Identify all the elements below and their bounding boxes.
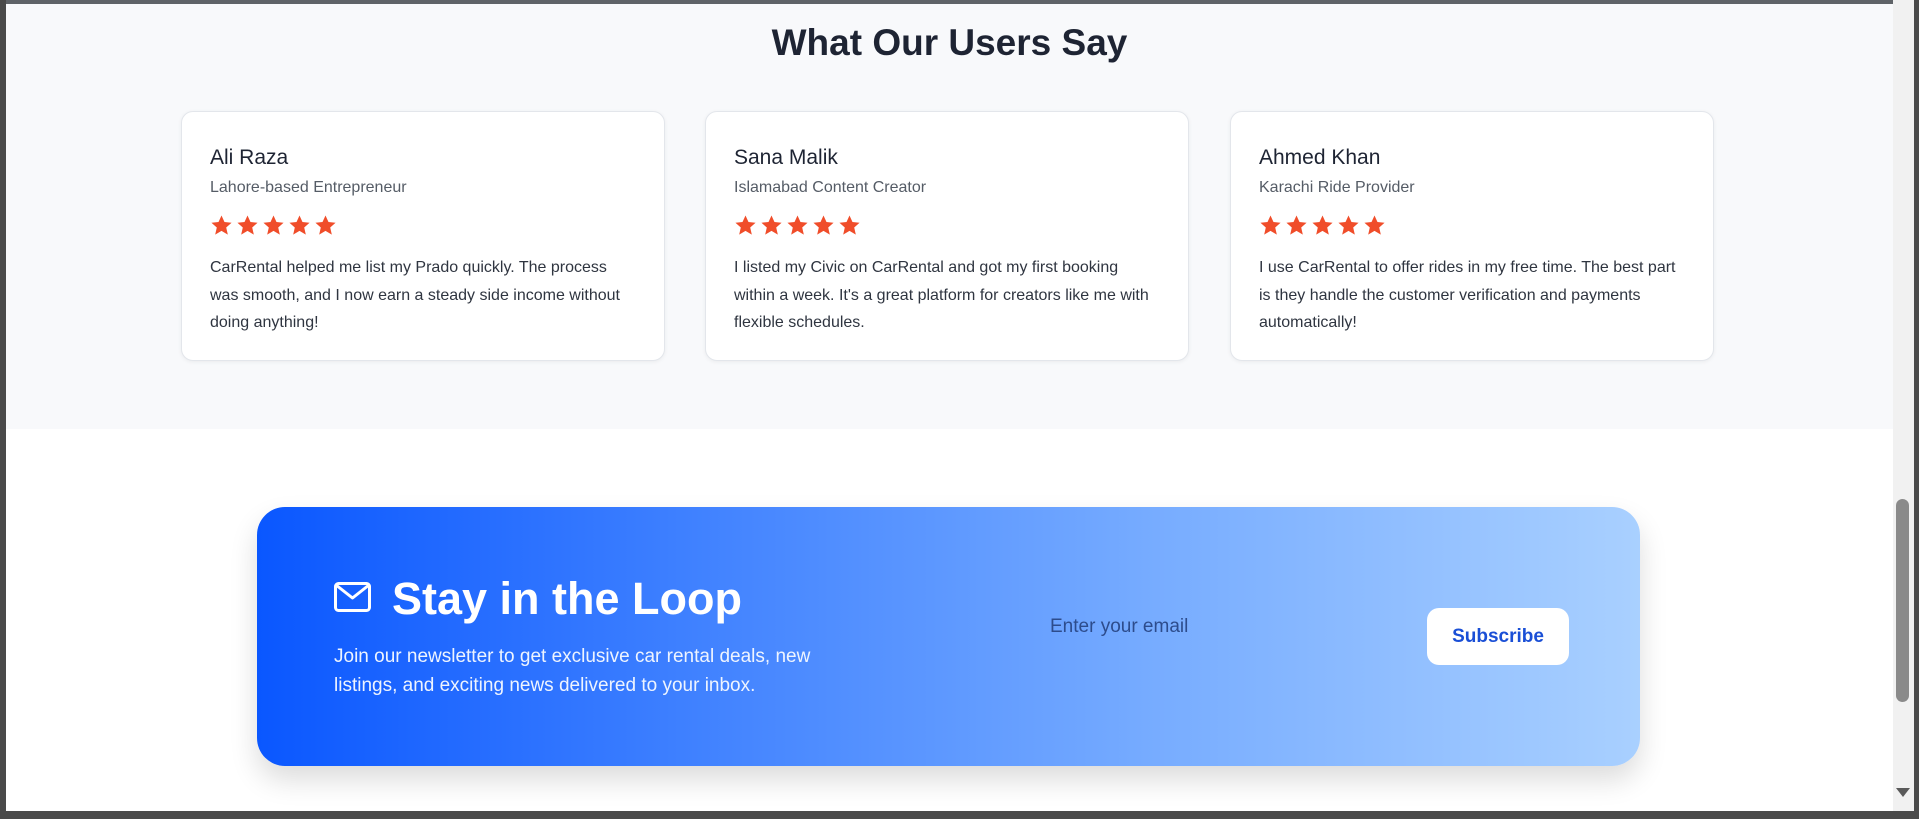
star-icon bbox=[787, 215, 808, 235]
star-icon bbox=[263, 215, 284, 235]
newsletter-banner: Stay in the Loop Join our newsletter to … bbox=[257, 507, 1640, 766]
star-icon bbox=[1364, 215, 1385, 235]
star-icon bbox=[211, 215, 232, 235]
testimonial-name: Sana Malik bbox=[734, 146, 838, 169]
star-rating bbox=[734, 214, 1160, 242]
star-rating bbox=[210, 214, 636, 242]
section-title: What Our Users Say bbox=[771, 22, 1128, 63]
star-rating bbox=[1259, 214, 1685, 242]
newsletter-description: Join our newsletter to get exclusive car… bbox=[334, 646, 811, 696]
star-icon bbox=[839, 215, 860, 235]
star-icon bbox=[237, 215, 258, 235]
mail-icon bbox=[334, 582, 371, 612]
newsletter-title: Stay in the Loop bbox=[392, 573, 743, 624]
star-icon bbox=[1286, 215, 1307, 235]
star-icon bbox=[1338, 215, 1359, 235]
testimonial-role: Lahore-based Entrepreneur bbox=[210, 179, 407, 196]
star-icon bbox=[1260, 215, 1281, 235]
testimonials-section: What Our Users Say Ali Raza Lahore-based… bbox=[6, 4, 1893, 429]
testimonial-card: Ali Raza Lahore-based Entrepreneur CarRe… bbox=[181, 111, 665, 361]
testimonial-card: Sana Malik Islamabad Content Creator I l… bbox=[705, 111, 1189, 361]
scrollbar-thumb[interactable] bbox=[1896, 499, 1909, 702]
testimonial-card: Ahmed Khan Karachi Ride Provider I use C… bbox=[1230, 111, 1714, 361]
testimonial-name: Ali Raza bbox=[210, 146, 289, 169]
star-icon bbox=[1312, 215, 1333, 235]
testimonial-text: CarRental helped me list my Prado quickl… bbox=[210, 259, 620, 331]
page-viewport: What Our Users Say Ali Raza Lahore-based… bbox=[6, 0, 1893, 811]
testimonial-role: Islamabad Content Creator bbox=[734, 179, 927, 196]
email-input[interactable] bbox=[1040, 605, 1400, 649]
testimonial-name: Ahmed Khan bbox=[1259, 146, 1381, 169]
testimonial-role: Karachi Ride Provider bbox=[1259, 179, 1415, 196]
scroll-down-arrow-icon[interactable] bbox=[1896, 788, 1910, 797]
testimonial-text: I listed my Civic on CarRental and got m… bbox=[734, 259, 1149, 331]
star-icon bbox=[735, 215, 756, 235]
star-icon bbox=[813, 215, 834, 235]
star-icon bbox=[761, 215, 782, 235]
testimonial-text: I use CarRental to offer rides in my fre… bbox=[1259, 259, 1676, 331]
subscribe-button[interactable]: Subscribe bbox=[1427, 608, 1569, 665]
star-icon bbox=[289, 215, 310, 235]
star-icon bbox=[315, 215, 336, 235]
